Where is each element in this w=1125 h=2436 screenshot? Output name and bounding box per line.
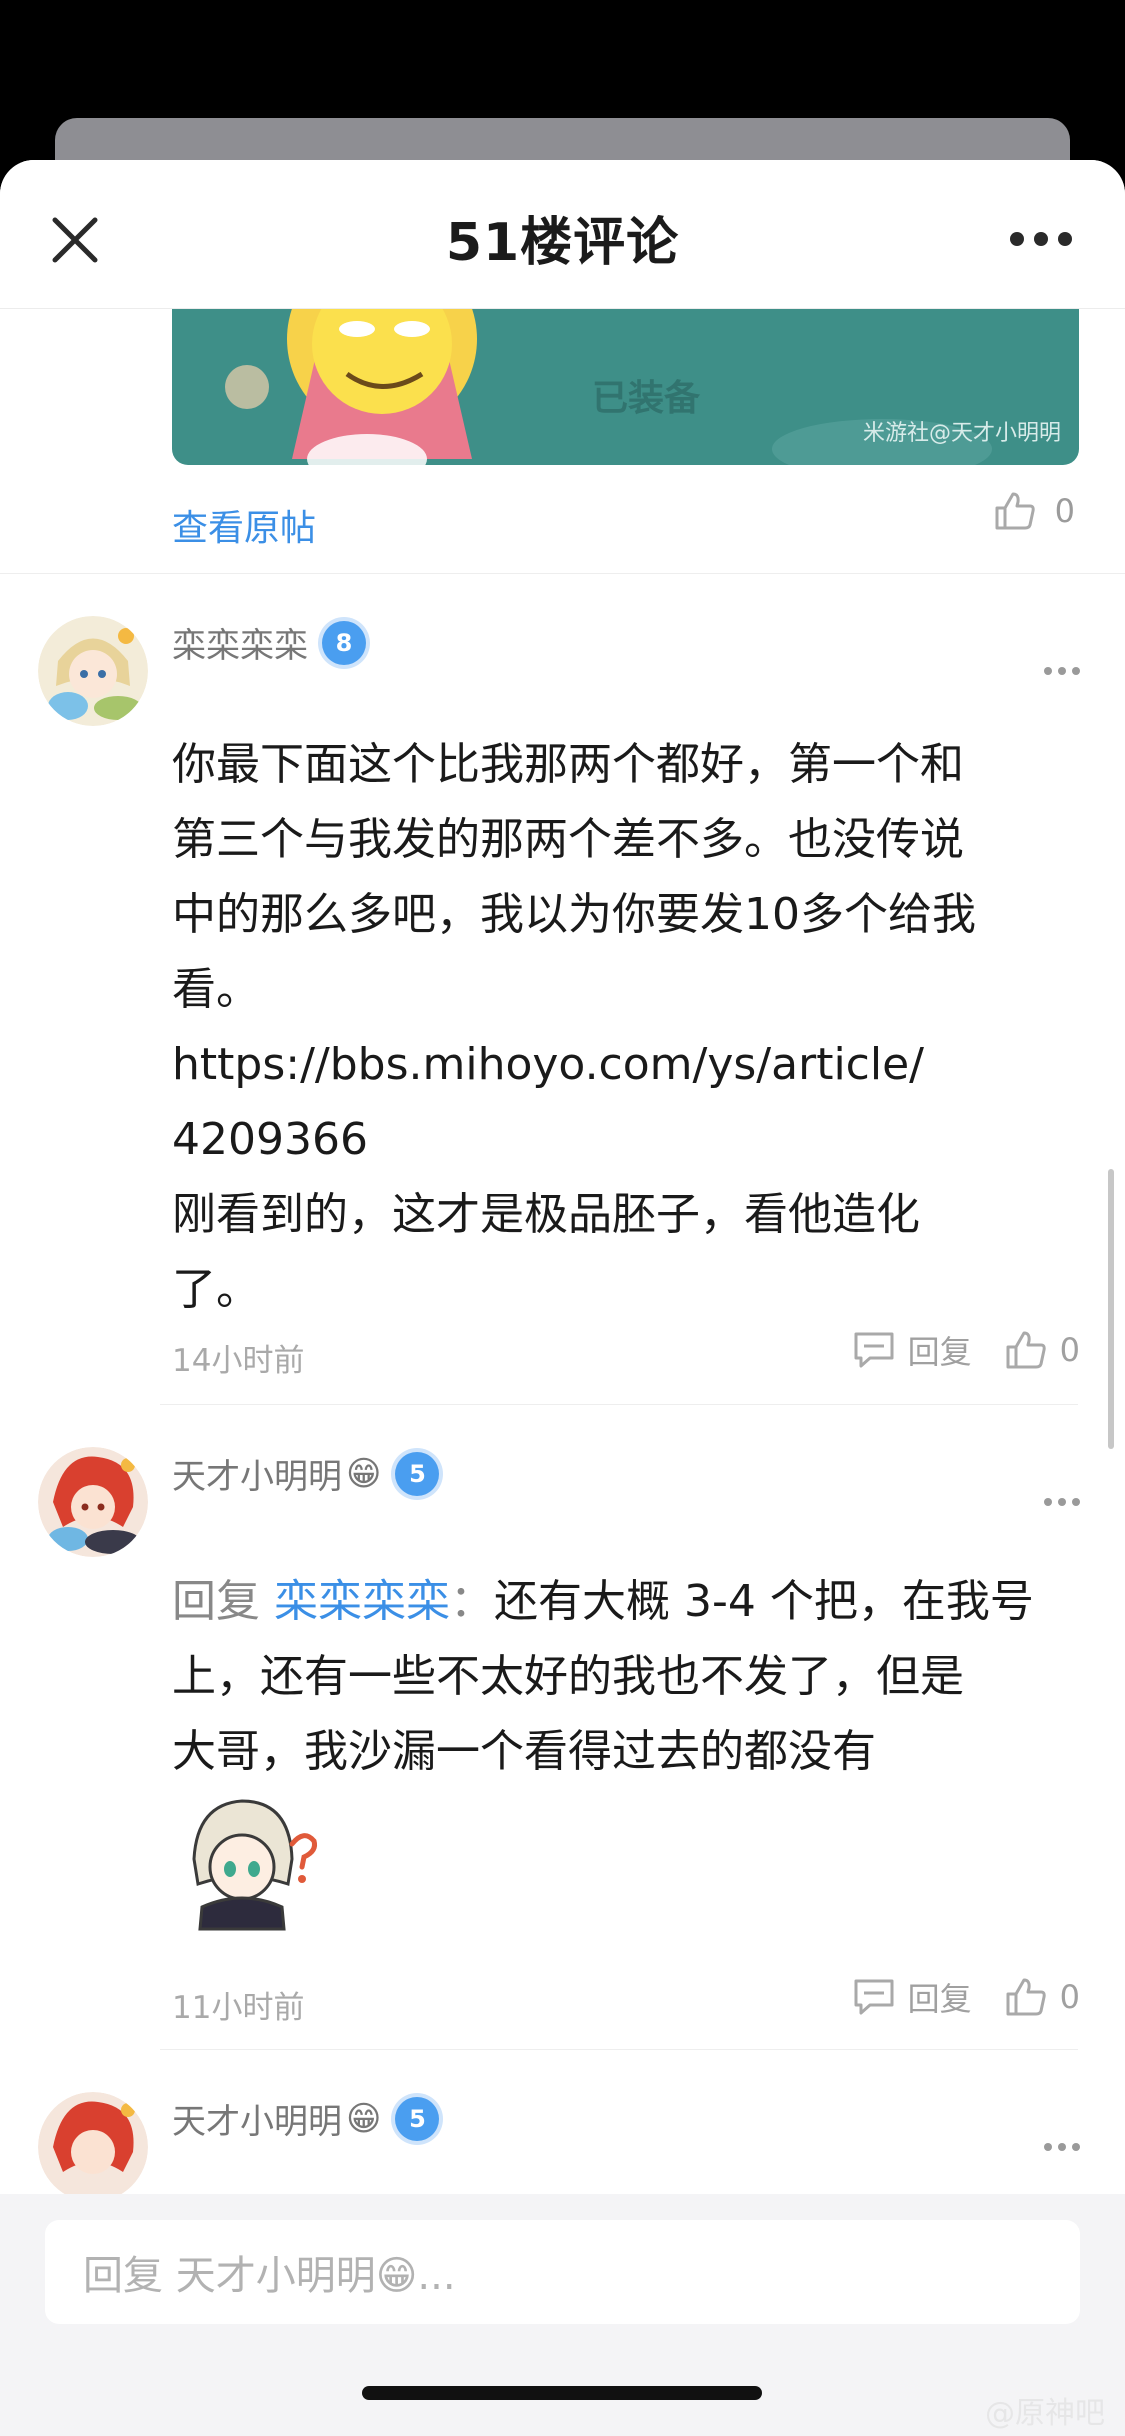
page-title: 51楼评论	[445, 213, 680, 273]
post-image[interactable]: 已装备 米游社@天才小明明	[172, 309, 1079, 465]
comment-line: 了。	[172, 1264, 260, 1315]
more-dot-icon	[1072, 667, 1080, 675]
home-indicator[interactable]	[362, 2386, 762, 2400]
comment-line: 第三个与我发的那两个差不多。也没传说	[172, 814, 964, 865]
more-dot-icon	[1058, 2143, 1066, 2151]
more-dot-icon	[1034, 232, 1048, 246]
comment-username[interactable]: 天才小明明 😁 5	[172, 2094, 440, 2143]
comment-more-button[interactable]	[1044, 2143, 1080, 2151]
scrollbar[interactable]	[1108, 1169, 1114, 1449]
image-watermark: 米游社@天才小明明	[862, 421, 1061, 446]
comment-list[interactable]: 已装备 米游社@天才小明明 查看原帖 0 栾栾栾栾 8 你最下面这个比我那两个都…	[0, 309, 1125, 2194]
more-dot-icon	[1044, 667, 1052, 675]
more-dot-icon	[1072, 1498, 1080, 1506]
comment-actions: 回复 0	[852, 1327, 1080, 1373]
more-dot-icon	[1058, 232, 1072, 246]
comment-divider	[160, 2049, 1078, 2050]
comment-time: 14小时前	[172, 1343, 305, 1379]
like-button[interactable]: 0	[1004, 1330, 1080, 1370]
avatar[interactable]	[38, 1447, 148, 1557]
more-dot-icon	[1072, 2143, 1080, 2151]
thumbs-up-icon	[995, 492, 1035, 530]
sticker[interactable]	[172, 1789, 322, 1939]
like-button[interactable]: 0	[1004, 1977, 1080, 2017]
reply-target-link[interactable]: 栾栾栾栾	[274, 1576, 450, 1627]
more-dot-icon	[1058, 1498, 1066, 1506]
comment-line: 上，还有一些不太好的我也不发了，但是	[172, 1651, 964, 1702]
reply-input[interactable]: 回复 天才小明明😁...	[45, 2220, 1080, 2324]
comment-line: 大哥，我沙漏一个看得过去的都没有	[172, 1726, 876, 1777]
avatar-image-icon	[38, 616, 148, 726]
comment-line: 回复 栾栾栾栾：还有大概 3-4 个把，在我号	[172, 1564, 1072, 1639]
level-badge: 5	[395, 2096, 440, 2141]
grin-emoji: 😁	[346, 2098, 382, 2139]
more-dot-icon	[1058, 667, 1066, 675]
comment-more-button[interactable]	[1044, 1498, 1080, 1506]
view-original-link[interactable]: 查看原帖	[172, 499, 316, 551]
avatar-image-icon	[38, 1447, 148, 1557]
comment-text: 还有大概 3-4 个把，在我号	[494, 1576, 1034, 1627]
level-badge: 8	[322, 620, 366, 665]
header: 51楼评论	[0, 160, 1125, 309]
avatar-image-icon	[38, 2092, 148, 2194]
comment-line: 中的那么多吧，我以为你要发10多个给我	[172, 889, 976, 940]
more-dot-icon	[1044, 2143, 1052, 2151]
image-text: 已装备	[592, 378, 701, 419]
like-count: 0	[1059, 1978, 1080, 2016]
thumbs-up-icon	[1006, 1331, 1046, 1369]
reply-button[interactable]: 回复	[852, 1327, 972, 1373]
reply-icon	[854, 1332, 894, 1368]
comment-username[interactable]: 栾栾栾栾 8	[172, 618, 366, 667]
more-options-button[interactable]	[1010, 224, 1080, 254]
reply-colon: ：	[450, 1576, 494, 1627]
comment-link[interactable]: https://bbs.mihoyo.com/ys/article/	[172, 1027, 1072, 1102]
comment-line: 看。	[172, 964, 260, 1015]
comment-body: 你最下面这个比我那两个都好，第一个和 第三个与我发的那两个差不多。也没传说 中的…	[172, 727, 1072, 1327]
like-button[interactable]: 0	[993, 491, 1075, 531]
comment-line: 刚看到的，这才是极品胚子，看他造化	[172, 1189, 920, 1240]
reply-icon	[854, 1979, 894, 2015]
thumbs-up-icon	[1006, 1978, 1046, 2016]
comment-more-button[interactable]	[1044, 667, 1080, 675]
comment-time: 11小时前	[172, 1990, 305, 2026]
comment-divider	[160, 1404, 1078, 1405]
comment-line: 你最下面这个比我那两个都好，第一个和	[172, 739, 964, 790]
comment-actions: 回复 0	[852, 1974, 1080, 2020]
comment-body: 回复 栾栾栾栾：还有大概 3-4 个把，在我号 上，还有一些不太好的我也不发了，…	[172, 1564, 1072, 1789]
avatar[interactable]	[38, 2092, 148, 2194]
more-dot-icon	[1010, 232, 1024, 246]
reply-button[interactable]: 回复	[852, 1974, 972, 2020]
corner-watermark: @原神吧	[985, 2396, 1105, 2431]
reply-prefix: 回复	[172, 1576, 260, 1627]
comment-sheet: 51楼评论 已装备 米游社@天才小明明 查看原帖 0 栾栾栾栾 8 你最下面这个…	[0, 160, 1125, 2436]
grin-emoji: 😁	[346, 1453, 382, 1494]
more-dot-icon	[1044, 1498, 1052, 1506]
comment-username[interactable]: 天才小明明 😁 5	[172, 1449, 440, 1498]
comment-link[interactable]: 4209366	[172, 1102, 1072, 1177]
avatar[interactable]	[38, 616, 148, 726]
like-count: 0	[1054, 492, 1075, 530]
confused-sticker-icon	[192, 1799, 317, 1931]
level-badge: 5	[395, 1451, 440, 1496]
like-count: 0	[1059, 1331, 1080, 1369]
section-divider	[0, 573, 1125, 574]
